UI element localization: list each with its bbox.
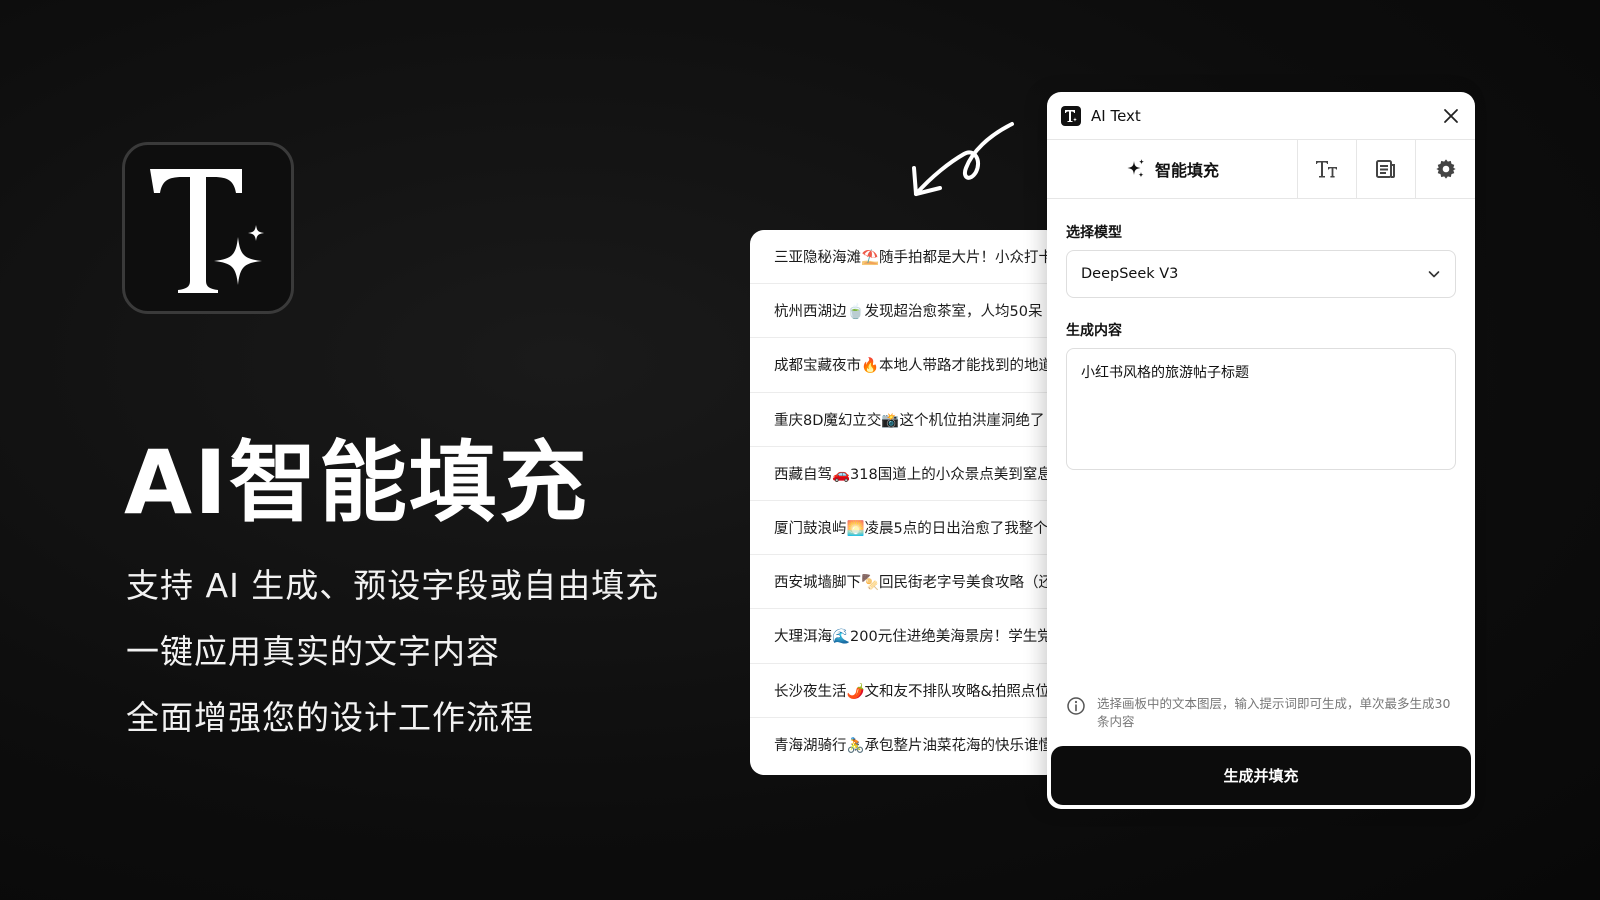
hint: 选择画板中的文本图层，输入提示词即可生成，单次最多生成30条内容 [1066, 695, 1456, 731]
list-item[interactable]: 青海湖骑行🚴承包整片油菜花海的快乐谁懂 [750, 718, 1060, 772]
hero-title: AI智能填充 [124, 431, 589, 534]
hint-text: 选择画板中的文本图层，输入提示词即可生成，单次最多生成30条内容 [1097, 696, 1451, 729]
panel-body: 选择模型 DeepSeek V3 生成内容 小红书风格的旅游帖子标题 [1047, 222, 1475, 470]
list-item[interactable]: 长沙夜生活🌶️文和友不排队攻略&拍照点位 [750, 664, 1060, 718]
app-logo [122, 142, 294, 314]
generated-text-list: 三亚隐秘海滩⛱️随手拍都是大片！小众打卡 杭州西湖边🍵发现超治愈茶室，人均50呆… [750, 230, 1060, 775]
panel-toolbar: 智能填充 [1047, 140, 1475, 199]
gear-icon [1435, 159, 1456, 179]
panel-header: AI Text [1047, 92, 1475, 140]
text-size-icon [1316, 161, 1337, 178]
model-select[interactable]: DeepSeek V3 [1066, 250, 1456, 298]
text-sparkle-logo-icon [150, 169, 264, 293]
generate-fill-button[interactable]: 生成并填充 [1051, 746, 1471, 805]
hero-line: 一键应用真实的文字内容 [126, 632, 500, 671]
chevron-down-icon [1428, 271, 1440, 278]
model-select-value: DeepSeek V3 [1081, 266, 1179, 282]
list-item[interactable]: 重庆8D魔幻立交📸这个机位拍洪崖洞绝了 [750, 393, 1060, 447]
prompt-textarea[interactable]: 小红书风格的旅游帖子标题 [1066, 348, 1456, 470]
settings-button[interactable] [1416, 140, 1475, 198]
hero-line: 全面增强您的设计工作流程 [126, 698, 534, 737]
list-item[interactable]: 杭州西湖边🍵发现超治愈茶室，人均50呆 [750, 284, 1060, 339]
tab-smart-fill[interactable]: 智能填充 [1047, 140, 1298, 198]
model-label: 选择模型 [1066, 225, 1122, 241]
list-item[interactable]: 西安城墙脚下🍢回民街老字号美食攻略（还 [750, 555, 1060, 610]
document-icon [1376, 160, 1395, 178]
list-item[interactable]: 成都宝藏夜市🔥本地人带路才能找到的地道 [750, 338, 1060, 393]
close-button[interactable] [1441, 106, 1461, 126]
tab-smart-fill-label: 智能填充 [1154, 161, 1219, 180]
panel-title: AI Text [1091, 106, 1141, 125]
panel-logo-icon [1061, 105, 1081, 126]
hero-lines: 支持 AI 生成、预设字段或自由填充 一键应用真实的文字内容 全面增强您的设计工… [126, 566, 659, 764]
list-item[interactable]: 大理洱海🌊200元住进绝美海景房！学生党 [750, 609, 1060, 664]
list-item[interactable]: 三亚隐秘海滩⛱️随手拍都是大片！小众打卡 [750, 230, 1060, 285]
sparkle-icon [1127, 159, 1144, 178]
hero-line: 支持 AI 生成、预设字段或自由填充 [126, 566, 660, 605]
text-style-button[interactable] [1298, 140, 1357, 198]
document-button[interactable] [1357, 140, 1416, 198]
ai-text-panel: AI Text 智能填充 选择模型 DeepSeek V3 生成内容 小红书风格… [1047, 92, 1475, 809]
stage: AI智能填充 支持 AI 生成、预设字段或自由填充 一键应用真实的文字内容 全面… [0, 0, 1600, 900]
close-icon [1444, 108, 1458, 123]
list-item[interactable]: 西藏自驾🚗318国道上的小众景点美到窒息 [750, 447, 1060, 501]
list-item[interactable]: 厦门鼓浪屿🌅凌晨5点的日出治愈了我整个 [750, 501, 1060, 556]
curly-arrow-icon [912, 122, 1014, 196]
content-label: 生成内容 [1066, 323, 1122, 339]
info-icon [1067, 697, 1085, 715]
